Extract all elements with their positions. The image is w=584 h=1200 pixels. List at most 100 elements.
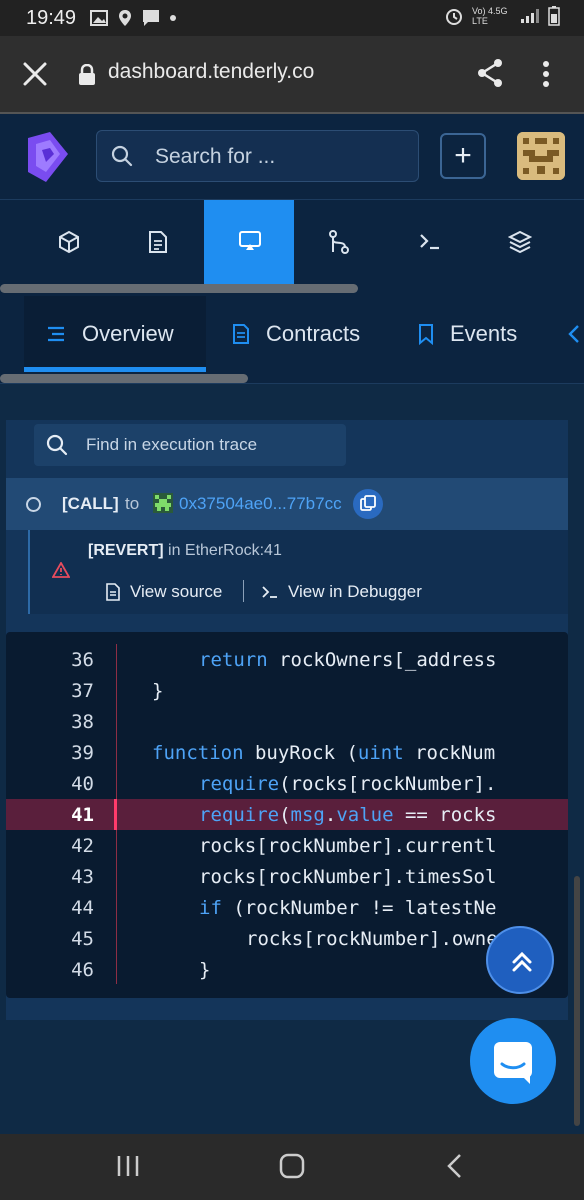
avatar[interactable] — [517, 132, 565, 180]
list-icon — [48, 326, 64, 342]
tabs-scrollbar[interactable] — [0, 374, 248, 383]
address-identicon-icon — [153, 493, 173, 513]
home-icon[interactable] — [278, 1152, 306, 1180]
more-vert-icon[interactable] — [542, 60, 550, 88]
code-text: } — [152, 680, 164, 702]
code-text: rocks[rockNumber].owne — [246, 928, 498, 950]
horizontal-scrollbar[interactable] — [0, 284, 358, 293]
tab-overview[interactable]: Overview — [24, 296, 206, 372]
code-line: 45 rocks[rockNumber].owne — [6, 923, 568, 954]
gallery-icon — [90, 10, 109, 26]
nav-layers[interactable] — [474, 200, 564, 284]
error-line-marker — [114, 799, 117, 830]
identicon-icon — [517, 132, 565, 180]
code-line: 42 rocks[rockNumber].currentl — [6, 830, 568, 861]
revert-row: [REVERT] in EtherRock:41 View source Vie… — [28, 530, 568, 614]
battery-icon — [548, 6, 560, 26]
revert-label: [REVERT] — [88, 542, 164, 559]
close-icon[interactable] — [22, 61, 48, 87]
share-icon[interactable] — [476, 58, 504, 88]
line-number: 46 — [71, 959, 94, 981]
dot-icon — [170, 15, 177, 21]
search-placeholder: Search for ... — [155, 145, 276, 168]
plus-icon: + — [454, 139, 472, 172]
call-row[interactable]: [CALL] to 0x37504ae0...77b7cc — [6, 478, 568, 530]
url-text[interactable]: dashboard.tenderly.co — [108, 60, 314, 84]
line-number: 38 — [71, 711, 94, 733]
icon-navigation — [0, 200, 584, 296]
line-number: 45 — [71, 928, 94, 950]
view-source-link[interactable]: View source — [106, 582, 222, 602]
call-to-label: to — [125, 494, 140, 513]
collapse-toggle-icon[interactable] — [26, 497, 41, 512]
tab-overview-label: Overview — [82, 321, 174, 346]
search-icon — [111, 145, 133, 167]
code-text: rocks[rockNumber].currentl — [199, 835, 497, 857]
terminal-icon — [262, 586, 277, 598]
tab-events[interactable]: Events — [418, 296, 517, 372]
view-source-label: View source — [130, 582, 223, 601]
support-chat-button[interactable] — [470, 1018, 556, 1104]
tab-events-label: Events — [450, 321, 518, 346]
chevron-left-icon[interactable] — [568, 324, 580, 344]
line-number: 40 — [71, 773, 94, 795]
line-number: 36 — [71, 649, 94, 671]
nav-monitor[interactable] — [204, 200, 294, 284]
tab-contracts-label: Contracts — [266, 321, 361, 346]
add-button[interactable]: + — [440, 133, 486, 179]
link-separator — [243, 580, 244, 602]
nav-terminal[interactable] — [384, 200, 474, 284]
source-code-viewer: 36 return rockOwners[_address 37} 38 39 funct… — [6, 632, 568, 998]
code-line: 38 — [6, 706, 568, 737]
document-icon — [106, 583, 120, 601]
recent-apps-icon[interactable] — [116, 1154, 140, 1178]
tab-contracts[interactable]: Contracts — [232, 296, 360, 372]
code-text: require(msg.value == rocks — [199, 804, 497, 826]
code-line: 39 function buyRock (uint rockNum — [6, 737, 568, 768]
nav-document[interactable] — [114, 200, 204, 284]
copy-button[interactable] — [353, 489, 383, 519]
view-debugger-link[interactable]: View in Debugger — [262, 582, 422, 602]
layers-icon — [508, 230, 532, 254]
network-label: Vo) 4.5G LTE — [472, 6, 508, 26]
tenderly-logo[interactable] — [26, 132, 70, 182]
code-text: function buyRock (uint rockNum — [152, 742, 496, 764]
code-line: 40 require(rocks[rockNumber]. — [6, 768, 568, 799]
trace-search-input[interactable]: Find in execution trace — [34, 424, 346, 466]
line-number: 37 — [71, 680, 94, 702]
code-line: 46} — [6, 954, 568, 985]
code-line: 37} — [6, 675, 568, 706]
browser-url-bar: dashboard.tenderly.co — [0, 36, 584, 114]
code-text: require(rocks[rockNumber]. — [199, 773, 497, 795]
global-search[interactable]: Search for ... — [96, 130, 419, 182]
trace-search-placeholder: Find in execution trace — [86, 435, 258, 454]
code-line: 43 rocks[rockNumber].timesSol — [6, 861, 568, 892]
status-time: 19:49 — [26, 6, 77, 29]
nav-git[interactable] — [294, 200, 384, 284]
code-text: return rockOwners[_address — [199, 649, 497, 671]
alarm-icon — [446, 9, 462, 25]
line-number: 39 — [71, 742, 94, 764]
search-icon — [46, 434, 68, 456]
code-line: 41 require(msg.value == rocks — [6, 799, 568, 830]
signal-icon — [521, 9, 539, 23]
contract-address-link[interactable]: 0x37504ae0...77b7cc — [179, 494, 342, 514]
scroll-to-top-button[interactable] — [486, 926, 554, 994]
copy-icon — [360, 495, 376, 511]
code-text: if (rockNumber != latestNe — [199, 897, 497, 919]
status-bar: 19:49 Vo) 4.5G LTE — [0, 0, 584, 36]
line-number: 41 — [71, 804, 94, 826]
terminal-icon — [420, 234, 439, 250]
document-icon — [149, 231, 167, 253]
active-tab-indicator — [24, 367, 206, 372]
chat-icon — [143, 10, 160, 26]
document-icon — [233, 324, 249, 344]
vertical-scrollbar[interactable] — [574, 876, 580, 1126]
monitor-icon — [239, 231, 261, 250]
nav-cube[interactable] — [24, 200, 114, 284]
code-line: 36 return rockOwners[_address — [6, 644, 568, 675]
back-icon[interactable] — [444, 1152, 464, 1180]
line-number: 43 — [71, 866, 94, 888]
cube-icon — [59, 230, 79, 254]
revert-title: [REVERT] in EtherRock:41 — [88, 542, 282, 560]
